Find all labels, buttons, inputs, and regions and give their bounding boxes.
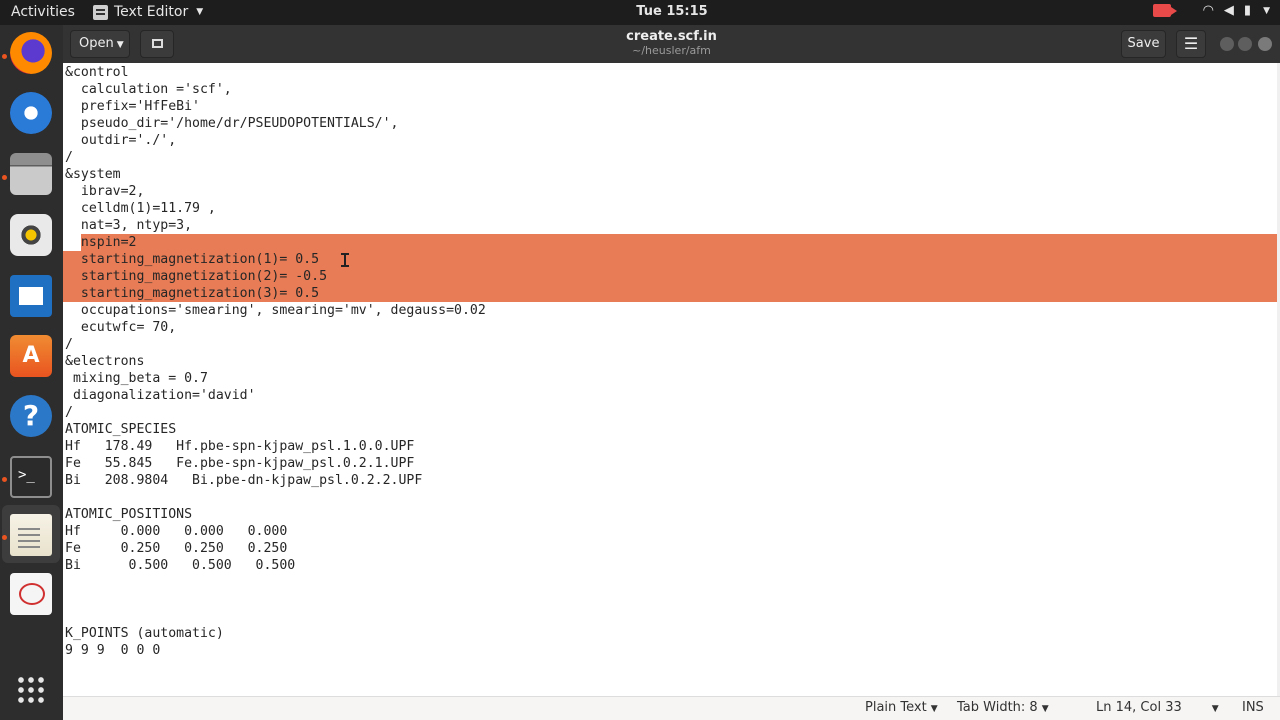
save-button[interactable]: Save bbox=[1121, 30, 1166, 58]
hamburger-menu-icon[interactable]: ☰ bbox=[1176, 30, 1206, 58]
wifi-icon: ◠ bbox=[1202, 3, 1214, 18]
code-line: / bbox=[65, 337, 73, 352]
code-line: / bbox=[65, 150, 73, 165]
header-bar: Open ▼ create.scf.in ~/heusler/afm Save ☰ bbox=[63, 25, 1280, 63]
syntax-selector[interactable]: Plain Text ▼ bbox=[865, 700, 938, 715]
insert-mode-indicator[interactable]: INS bbox=[1242, 700, 1264, 715]
chevron-down-icon: ▼ bbox=[930, 704, 938, 714]
code-line: nat=3, ntyp=3, bbox=[65, 218, 193, 233]
screen-record-icon[interactable] bbox=[1152, 4, 1177, 17]
clock[interactable]: Tue 15:15 bbox=[0, 4, 1280, 19]
document-viewer-icon[interactable] bbox=[10, 573, 52, 615]
thunderbird-icon[interactable] bbox=[10, 92, 52, 134]
code-line: Bi 208.9804 Bi.pbe-dn-kjpaw_psl.0.2.2.UP… bbox=[65, 473, 423, 488]
running-indicator bbox=[2, 535, 7, 540]
code-line: ecutwfc= 70, bbox=[65, 320, 177, 335]
code-line: Bi 0.500 0.500 0.500 bbox=[65, 558, 296, 573]
software-center-icon[interactable] bbox=[10, 335, 52, 377]
window-title: create.scf.in ~/heusler/afm bbox=[63, 29, 1280, 57]
code-line: &electrons bbox=[65, 354, 145, 369]
code-line: &control bbox=[65, 65, 129, 80]
code-line: starting_magnetization(3)= 0.5 bbox=[65, 286, 320, 301]
cursor-position-label: Ln 14, Col 33 bbox=[1096, 700, 1182, 715]
code-line: K_POINTS (automatic) bbox=[65, 626, 224, 641]
running-indicator bbox=[2, 54, 7, 59]
code-line: Hf 0.000 0.000 0.000 bbox=[65, 524, 288, 539]
code-line: prefix='HfFeBi' bbox=[65, 99, 200, 114]
code-line: ibrav=2, bbox=[65, 184, 145, 199]
file-path: ~/heusler/afm bbox=[632, 44, 711, 57]
code-line: / bbox=[65, 405, 73, 420]
dock bbox=[0, 25, 63, 720]
code-line: starting_magnetization(2)= -0.5 bbox=[65, 269, 328, 284]
firefox-icon[interactable] bbox=[10, 32, 52, 74]
code-line: outdir='./', bbox=[65, 133, 177, 148]
code-line: diagonalization='david' bbox=[65, 388, 256, 403]
code-line: calculation ='scf', bbox=[65, 82, 232, 97]
code-line: celldm(1)=11.79 , bbox=[65, 201, 216, 216]
syntax-label: Plain Text bbox=[865, 700, 927, 715]
status-bar: Plain Text ▼ Tab Width: 8 ▼ Ln 14, Col 33 ▼… bbox=[63, 696, 1280, 720]
libreoffice-writer-icon[interactable] bbox=[10, 275, 52, 317]
code-line: ATOMIC_POSITIONS bbox=[65, 507, 193, 522]
code-line: Fe 0.250 0.250 0.250 bbox=[65, 541, 288, 556]
code-line: starting_magnetization(1)= 0.5 bbox=[65, 252, 320, 267]
code-line: 9 9 9 0 0 0 bbox=[65, 643, 161, 658]
help-icon[interactable] bbox=[10, 395, 52, 437]
chevron-down-icon: ▼ bbox=[1263, 5, 1270, 16]
code-line: occupations='smearing', smearing='mv', d… bbox=[65, 303, 486, 318]
mouse-ibeam-cursor-icon bbox=[341, 253, 349, 267]
code-line: mixing_beta = 0.7 bbox=[65, 371, 208, 386]
code-line: pseudo_dir='/home/dr/PSEUDOPOTENTIALS/', bbox=[65, 116, 399, 131]
file-name: create.scf.in bbox=[626, 29, 717, 44]
top-bar: Activities Text Editor ▼ Tue 15:15 ◠ ◀ ▮… bbox=[0, 0, 1280, 25]
terminal-icon[interactable] bbox=[10, 456, 52, 498]
files-icon[interactable] bbox=[10, 153, 52, 195]
cursor-position-selector[interactable]: Ln 14, Col 33 ▼ bbox=[1096, 700, 1219, 715]
volume-icon: ◀ bbox=[1223, 3, 1234, 18]
code-line: &system bbox=[65, 167, 121, 182]
running-indicator bbox=[2, 477, 7, 482]
text-editor-area[interactable]: &control calculation ='scf', prefix='HfF… bbox=[63, 63, 1277, 696]
show-applications-icon[interactable] bbox=[16, 675, 46, 705]
maximize-icon[interactable] bbox=[1238, 37, 1252, 51]
text-editor-icon[interactable] bbox=[10, 514, 52, 556]
running-indicator bbox=[2, 175, 7, 180]
selection-highlight bbox=[81, 234, 1277, 251]
tab-width-selector[interactable]: Tab Width: 8 ▼ bbox=[957, 700, 1049, 715]
code-line: Hf 178.49 Hf.pbe-spn-kjpaw_psl.1.0.0.UPF bbox=[65, 439, 415, 454]
battery-icon: ▮ bbox=[1243, 3, 1252, 18]
chevron-down-icon: ▼ bbox=[1211, 704, 1219, 714]
rhythmbox-icon[interactable] bbox=[10, 214, 52, 256]
code-line: nspin=2 bbox=[65, 235, 137, 250]
minimize-icon[interactable] bbox=[1220, 37, 1234, 51]
tab-width-label: Tab Width: 8 bbox=[957, 700, 1038, 715]
code-line: Fe 55.845 Fe.pbe-spn-kjpaw_psl.0.2.1.UPF bbox=[65, 456, 415, 471]
system-tray[interactable]: ◠ ◀ ▮ ▼ bbox=[1152, 3, 1270, 18]
code-line: ATOMIC_SPECIES bbox=[65, 422, 177, 437]
close-icon[interactable] bbox=[1258, 37, 1272, 51]
chevron-down-icon: ▼ bbox=[1041, 704, 1049, 714]
